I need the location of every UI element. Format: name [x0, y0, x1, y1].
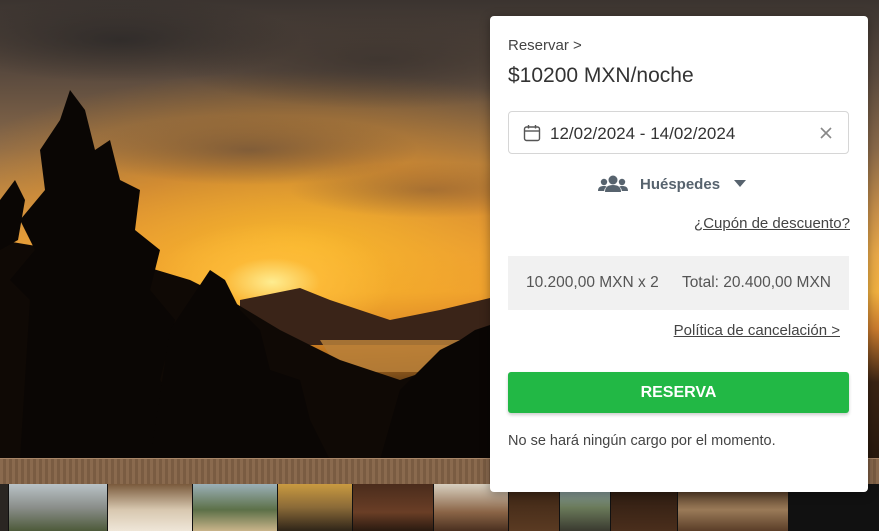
price-per-night: $10200 MXN/noche — [508, 64, 694, 87]
date-range-picker[interactable]: 12/02/2024 - 14/02/2024 — [508, 111, 849, 154]
thumbnail[interactable] — [0, 484, 8, 531]
price-summary: 10.200,00 MXN x 2 Total: 20.400,00 MXN — [508, 256, 849, 310]
price-total: Total: 20.400,00 MXN — [681, 274, 831, 291]
booking-card: Reservar > $10200 MXN/noche 12/02/2024 -… — [490, 16, 868, 492]
cancellation-policy-link[interactable]: Política de cancelación > — [674, 322, 840, 339]
thumbnail[interactable] — [9, 484, 107, 531]
date-range-value: 12/02/2024 - 14/02/2024 — [550, 124, 736, 143]
calendar-icon — [523, 125, 541, 142]
no-charge-note: No se hará ningún cargo por el momento. — [508, 433, 776, 449]
reserve-breadcrumb[interactable]: Reservar > — [508, 37, 582, 54]
thumbnail[interactable] — [353, 484, 433, 531]
thumbnail[interactable] — [108, 484, 192, 531]
price-breakdown: 10.200,00 MXN x 2 — [526, 274, 659, 291]
reserve-button[interactable]: RESERVA — [508, 372, 849, 413]
users-icon — [598, 175, 628, 192]
coupon-link[interactable]: ¿Cupón de descuento? — [694, 215, 850, 232]
close-icon[interactable] — [818, 125, 834, 141]
caret-down-icon — [734, 180, 747, 187]
guests-dropdown[interactable]: Huéspedes — [598, 172, 747, 196]
thumbnail[interactable] — [193, 484, 277, 531]
guests-label: Huéspedes — [640, 175, 721, 193]
thumbnail[interactable] — [278, 484, 352, 531]
